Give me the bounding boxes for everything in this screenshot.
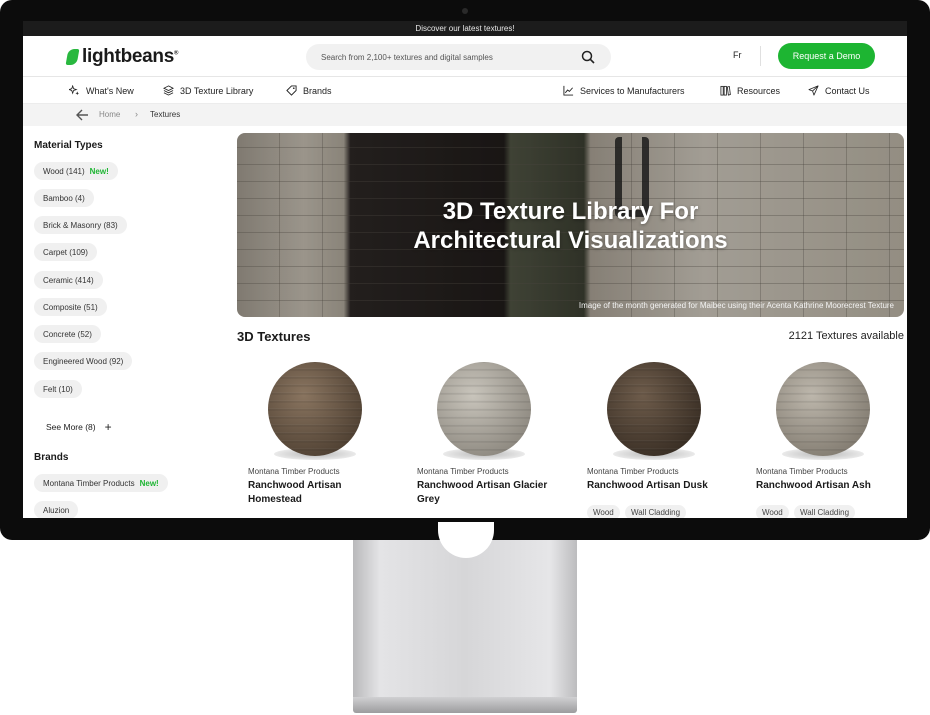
filter-pill-engineered-wood[interactable]: Engineered Wood (92) <box>34 352 133 370</box>
back-arrow-icon[interactable] <box>76 109 89 121</box>
breadcrumb-separator: › <box>135 109 138 119</box>
see-more-label: See More (8) <box>46 422 96 432</box>
pill-label: Felt (10) <box>43 384 73 394</box>
hero-banner: 3D Texture Library For Architectural Vis… <box>237 133 904 317</box>
filter-pill-bamboo[interactable]: Bamboo (4) <box>34 189 94 207</box>
screen: Discover our latest textures! lightbeans… <box>23 21 907 518</box>
request-demo-button[interactable]: Request a Demo <box>778 43 875 69</box>
pill-label: Ceramic (414) <box>43 275 94 285</box>
logo-bean-icon <box>65 49 80 65</box>
nav-label: Contact Us <box>825 85 870 96</box>
texture-sphere-image[interactable] <box>437 362 531 456</box>
logo[interactable]: lightbeans® <box>65 46 179 68</box>
main-content: 3D Texture Library For Architectural Vis… <box>236 126 907 518</box>
texture-card[interactable]: Montana Timber Products Ranchwood Artisa… <box>248 362 408 518</box>
pill-label: Aluzion <box>43 505 70 515</box>
announcement-bar[interactable]: Discover our latest textures! <box>23 21 907 36</box>
pill-label: Brick & Masonry (83) <box>43 220 118 230</box>
material-types-heading: Material Types <box>34 140 103 151</box>
texture-sphere-image[interactable] <box>776 362 870 456</box>
filter-pill-montana-timber[interactable]: Montana Timber Products New! <box>34 474 168 492</box>
card-manufacturer: Montana Timber Products <box>417 467 509 476</box>
filter-pill-wood[interactable]: Wood (141) New! <box>34 162 118 180</box>
header-divider <box>760 46 761 66</box>
new-badge: New! <box>139 478 159 488</box>
texture-card[interactable]: Montana Timber Products Ranchwood Artisa… <box>417 362 577 518</box>
hero-caption: Image of the month generated for Maibec … <box>578 301 894 310</box>
card-title[interactable]: Ranchwood Artisan Homestead <box>248 479 398 507</box>
main-nav: What's New 3D Texture Library Brands Ser… <box>23 77 907 104</box>
texture-card[interactable]: Montana Timber Products Ranchwood Artisa… <box>756 362 907 518</box>
filter-pill-composite[interactable]: Composite (51) <box>34 298 107 316</box>
texture-sphere-image[interactable] <box>268 362 362 456</box>
camera-dot <box>462 8 468 14</box>
card-manufacturer: Montana Timber Products <box>756 467 848 476</box>
hero-title: 3D Texture Library For Architectural Vis… <box>237 197 904 255</box>
send-icon <box>808 85 819 96</box>
pill-label: Montana Timber Products <box>43 478 135 488</box>
brands-heading: Brands <box>34 452 69 463</box>
card-tag[interactable]: Wood <box>756 505 789 518</box>
card-tag[interactable]: Wood <box>587 505 620 518</box>
nav-label: 3D Texture Library <box>180 85 254 96</box>
pill-label: Concrete (52) <box>43 329 92 339</box>
breadcrumb: Home › Textures <box>23 104 907 126</box>
filter-pill-ceramic[interactable]: Ceramic (414) <box>34 271 103 289</box>
texture-sphere-image[interactable] <box>607 362 701 456</box>
section-title: 3D Textures <box>237 329 311 344</box>
nav-label: What's New <box>86 85 134 96</box>
card-title[interactable]: Ranchwood Artisan Ash <box>756 479 906 493</box>
monitor-stand <box>353 540 577 700</box>
breadcrumb-home[interactable]: Home <box>99 110 120 119</box>
texture-card[interactable]: Montana Timber Products Ranchwood Artisa… <box>587 362 747 518</box>
language-toggle[interactable]: Fr <box>733 50 742 60</box>
card-tag[interactable]: Wall Cladding <box>625 505 687 518</box>
filter-pill-aluzion[interactable]: Aluzion <box>34 501 79 518</box>
search-bar <box>306 44 611 70</box>
new-badge: New! <box>89 166 109 176</box>
card-tag[interactable]: Wall Cladding <box>794 505 856 518</box>
card-title[interactable]: Ranchwood Artisan Glacier Grey <box>417 479 567 507</box>
site-header: lightbeans® Fr Request a Demo <box>23 36 907 77</box>
nav-texture-library[interactable]: 3D Texture Library <box>163 77 253 104</box>
search-icon[interactable] <box>581 50 595 64</box>
stand-base <box>353 697 577 713</box>
pill-label: Bamboo (4) <box>43 193 85 203</box>
books-icon <box>720 85 731 96</box>
hero-title-line1: 3D Texture Library For <box>442 198 699 225</box>
filter-pill-carpet[interactable]: Carpet (109) <box>34 243 97 261</box>
card-manufacturer: Montana Timber Products <box>587 467 679 476</box>
registered-mark: ® <box>174 50 179 57</box>
monitor-frame: Discover our latest textures! lightbeans… <box>0 0 930 540</box>
tag-icon <box>286 85 297 96</box>
pill-label: Wood (141) <box>43 166 85 176</box>
nav-label: Resources <box>737 85 781 96</box>
filter-pill-felt[interactable]: Felt (10) <box>34 380 82 398</box>
texture-count: 2121 Textures available <box>788 330 904 342</box>
logo-text: lightbeans <box>82 46 175 67</box>
nav-brands[interactable]: Brands <box>286 77 332 104</box>
card-manufacturer: Montana Timber Products <box>248 467 340 476</box>
nav-label: Brands <box>303 85 332 96</box>
nav-label: Services to Manufacturers <box>580 85 685 96</box>
nav-whats-new[interactable]: What's New <box>69 77 134 104</box>
filter-pill-concrete[interactable]: Concrete (52) <box>34 325 101 343</box>
card-title[interactable]: Ranchwood Artisan Dusk <box>587 479 737 493</box>
sparkle-icon <box>69 85 80 96</box>
hero-title-line2: Architectural Visualizations <box>413 227 728 254</box>
filter-pill-brick[interactable]: Brick & Masonry (83) <box>34 216 127 234</box>
see-more-button[interactable]: See More (8) + <box>46 420 112 434</box>
layers-icon <box>163 85 174 96</box>
pill-label: Engineered Wood (92) <box>43 356 124 366</box>
nav-resources[interactable]: Resources <box>720 77 780 104</box>
chart-icon <box>563 85 574 96</box>
plus-icon: + <box>104 420 112 434</box>
pill-label: Composite (51) <box>43 302 98 312</box>
pill-label: Carpet (109) <box>43 247 88 257</box>
nav-contact[interactable]: Contact Us <box>808 77 870 104</box>
breadcrumb-current: Textures <box>150 110 181 119</box>
filter-sidebar: Material Types Wood (141) New! Bamboo (4)… <box>23 126 228 518</box>
nav-services[interactable]: Services to Manufacturers <box>563 77 685 104</box>
search-input[interactable] <box>321 44 571 70</box>
